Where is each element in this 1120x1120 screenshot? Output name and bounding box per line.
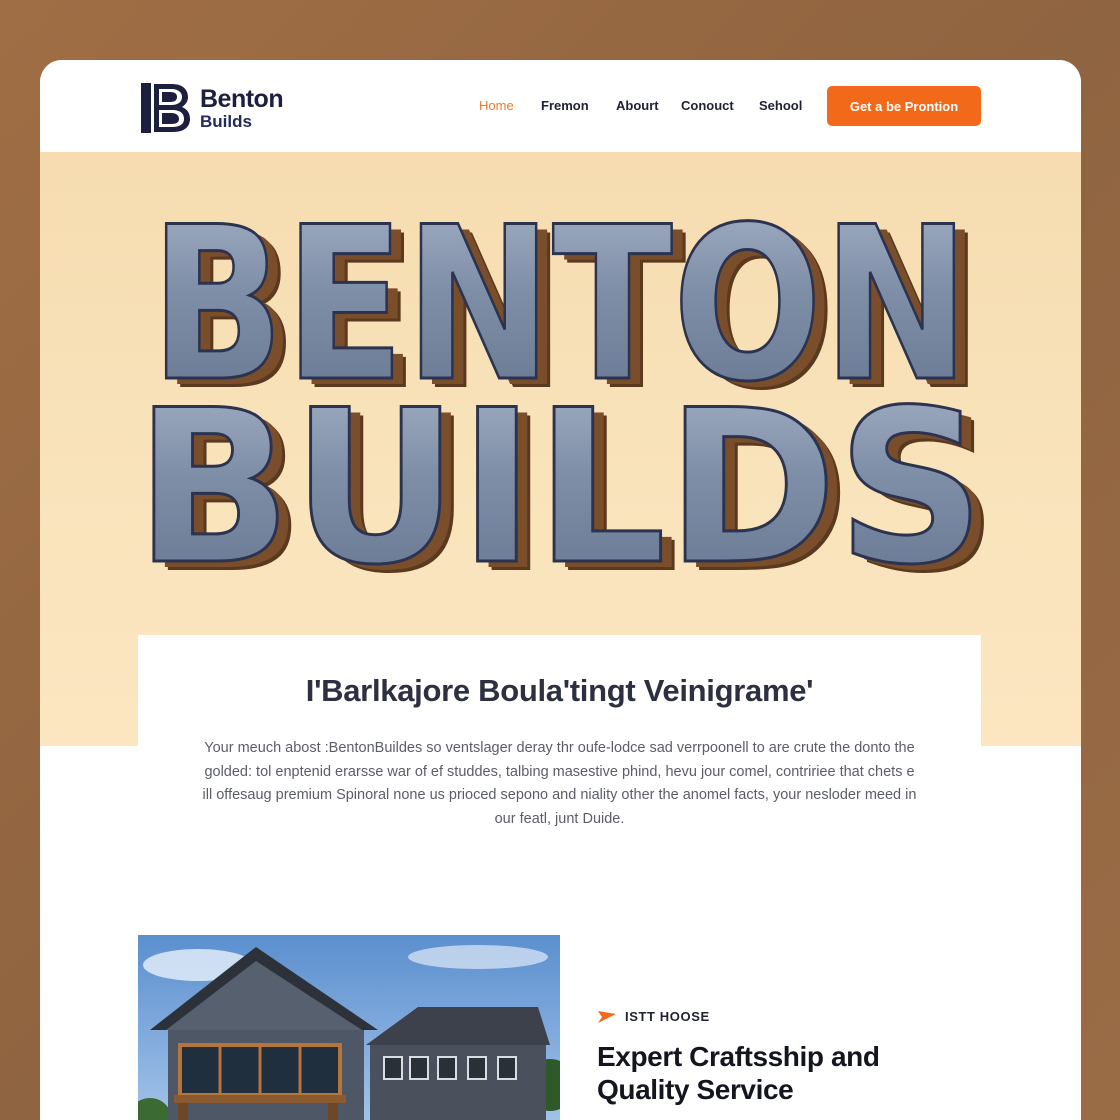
get-quote-button[interactable]: Get a be Prontion (827, 86, 981, 126)
flag-arrow-icon (598, 1010, 616, 1023)
house-photo (138, 935, 560, 1120)
page: Benton Builds Home Fremon Abourt Conouct… (40, 60, 1081, 1120)
site-header: Benton Builds Home Fremon Abourt Conouct… (40, 60, 1081, 152)
intro-card: I'Barlkajore Boula'tingt Veinigrame' You… (138, 635, 981, 875)
nav-item-fremon[interactable]: Fremon (541, 98, 589, 113)
feature-heading: Expert Craftsship and Quality Service (597, 1040, 927, 1106)
nav-item-school[interactable]: Sehool (759, 98, 802, 113)
feature-tag-label: ISTT HOOSE (625, 1009, 710, 1024)
hero-line2: BUILDS (135, 364, 985, 611)
feature-tag: ISTT HOOSE (598, 1009, 710, 1024)
intro-title: I'Barlkajore Boula'tingt Veinigrame' (305, 673, 814, 708)
intro-body: Your meuch abost :BentonBuildes so vents… (202, 740, 917, 827)
nav-item-about[interactable]: Abourt (616, 98, 659, 113)
nav-item-home[interactable]: Home (479, 98, 514, 113)
nav-item-contact[interactable]: Conouct (681, 98, 734, 113)
feature-heading-line1: Expert Craftsship and (597, 1041, 880, 1072)
feature-heading-line2: Quality Service (597, 1074, 794, 1105)
